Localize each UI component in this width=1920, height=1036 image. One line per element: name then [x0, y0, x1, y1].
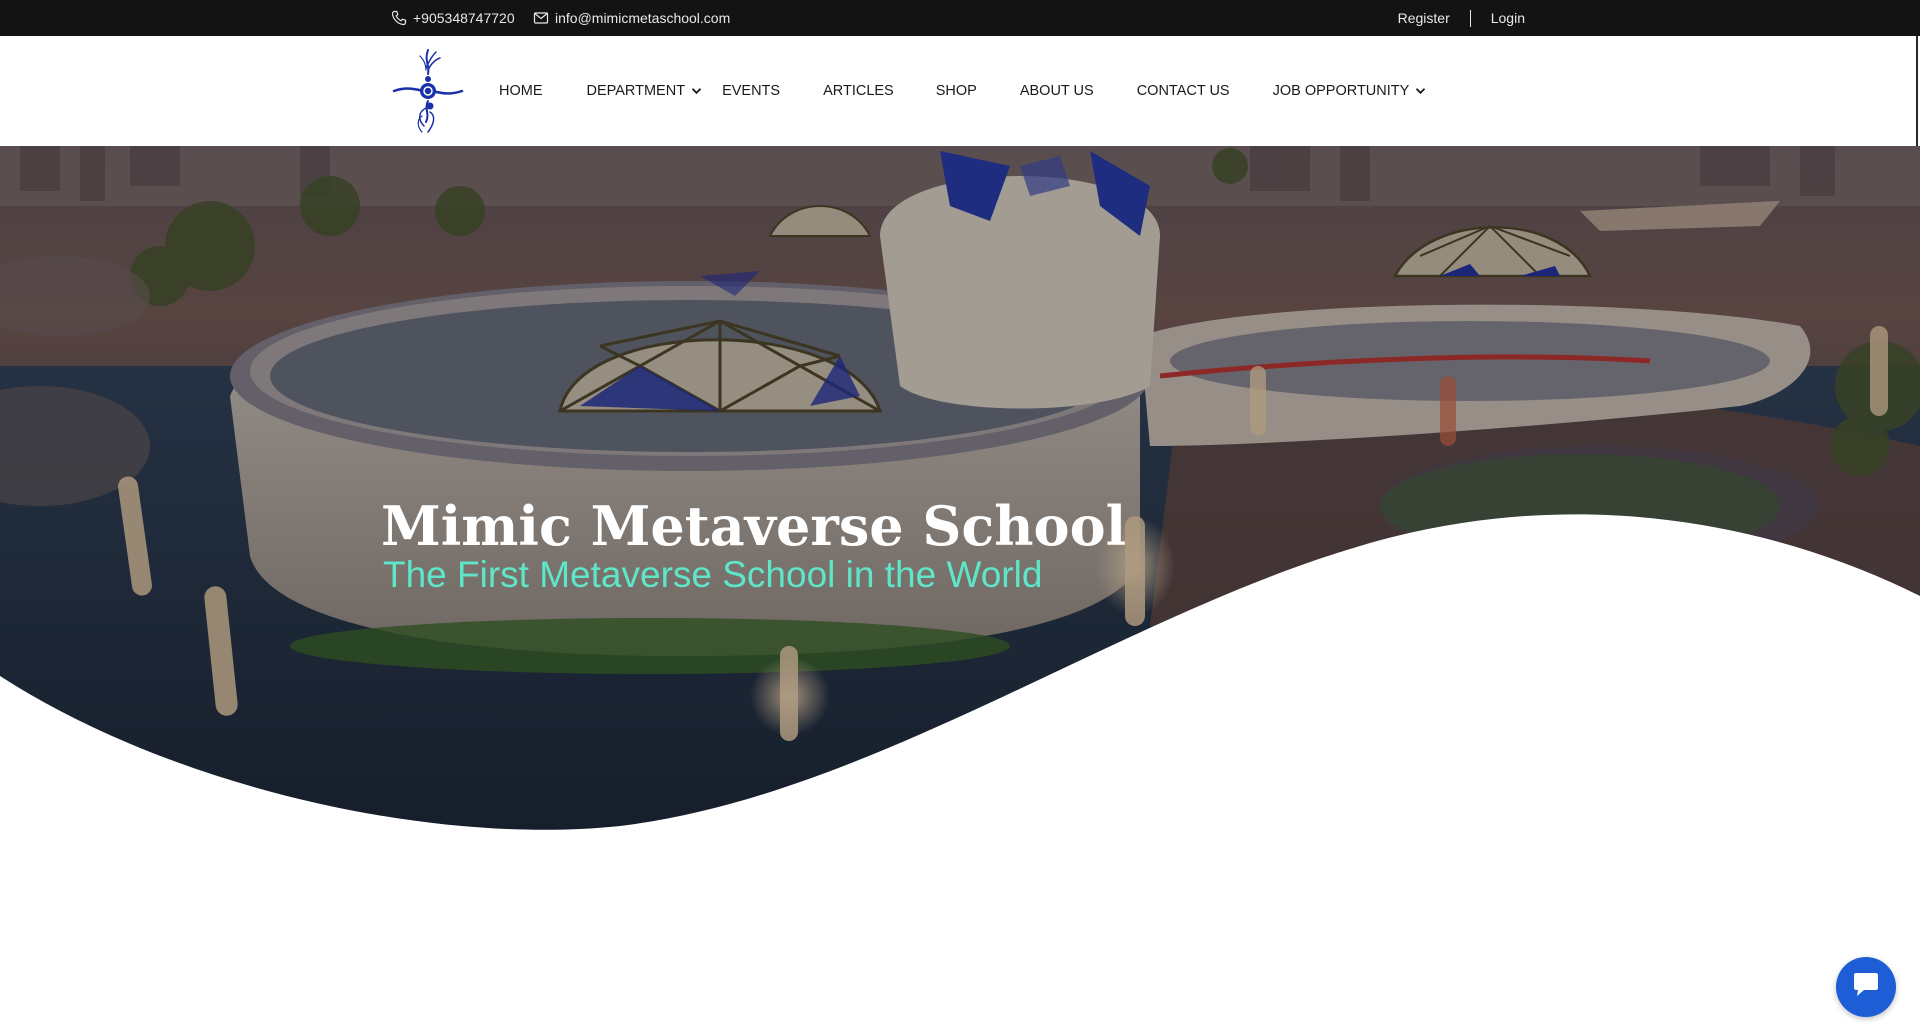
phone-icon [391, 10, 407, 26]
nav-home-label: HOME [499, 83, 543, 99]
nav-job-opportunity-label: JOB OPPORTUNITY [1272, 83, 1410, 99]
phone-contact[interactable]: +905348747720 [391, 0, 515, 36]
nav-home[interactable]: HOME [499, 83, 543, 99]
nav-articles[interactable]: ARTICLES [823, 83, 894, 99]
nav-shop-label: SHOP [935, 83, 977, 99]
top-contact-bar: +905348747720 info@mimicmetaschool.com R… [0, 0, 1920, 36]
email-contact[interactable]: info@mimicmetaschool.com [533, 0, 730, 36]
chevron-down-icon [1415, 83, 1426, 99]
nav-job-opportunity[interactable]: JOB OPPORTUNITY [1273, 83, 1427, 99]
auth-links: Register Login [1398, 0, 1525, 36]
chevron-down-icon [691, 83, 702, 99]
nav-events[interactable]: EVENTS [722, 83, 780, 99]
hero-subtitle: The First Metaverse School in the World [383, 554, 1043, 595]
page-scrollbar[interactable] [1916, 36, 1918, 146]
logo-emblem [392, 49, 464, 133]
nav-contact-us-label: CONTACT US [1136, 83, 1230, 99]
nav-shop[interactable]: SHOP [936, 83, 977, 99]
email-address: info@mimicmetaschool.com [555, 10, 731, 26]
auth-divider [1469, 9, 1471, 27]
nav-about-us[interactable]: ABOUT US [1020, 83, 1094, 99]
register-link[interactable]: Register [1398, 10, 1450, 26]
nav-contact-us[interactable]: CONTACT US [1137, 83, 1230, 99]
main-header: HOME DEPARTMENT EVENTS ARTICLES SHOP ABO… [0, 36, 1920, 146]
phone-number: +905348747720 [413, 10, 515, 26]
chat-widget-button[interactable] [1836, 957, 1896, 1017]
nav-about-us-label: ABOUT US [1019, 83, 1094, 99]
hero-title: Mimic Metaverse School [381, 494, 1127, 558]
chat-bubble-icon [1851, 971, 1881, 1004]
login-link[interactable]: Login [1491, 10, 1525, 26]
site-logo[interactable] [390, 46, 466, 136]
nav-events-label: EVENTS [722, 83, 781, 99]
nav-department[interactable]: DEPARTMENT [587, 83, 703, 99]
nav-articles-label: ARTICLES [823, 83, 894, 99]
mail-icon [533, 10, 549, 26]
main-nav: HOME DEPARTMENT EVENTS ARTICLES SHOP ABO… [499, 36, 1426, 146]
nav-department-label: DEPARTMENT [586, 83, 686, 99]
hero-background-image [0, 146, 1920, 836]
hero-section: Mimic Metaverse School The First Metaver… [0, 146, 1920, 836]
